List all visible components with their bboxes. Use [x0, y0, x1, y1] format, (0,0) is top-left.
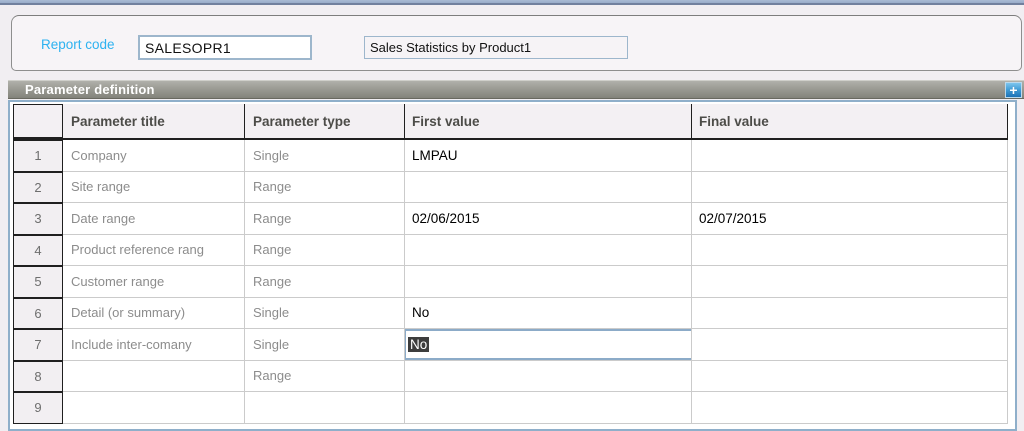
add-row-button[interactable]: +: [1005, 82, 1022, 98]
parameter-type-cell[interactable]: Range: [245, 172, 405, 204]
parameter-table: Parameter title Parameter type First val…: [8, 100, 1017, 431]
table-row: 8 Range: [13, 361, 1008, 393]
report-identification-panel: Report code SALESOPR1 Sales Statistics b…: [11, 15, 1022, 71]
final-value-cell[interactable]: [692, 235, 1008, 267]
parameter-title-cell[interactable]: [63, 361, 245, 393]
row-number-cell[interactable]: 8: [13, 361, 63, 393]
parameter-type-cell[interactable]: Range: [245, 235, 405, 267]
first-value-cell[interactable]: [405, 172, 692, 204]
final-value-cell[interactable]: [692, 140, 1008, 172]
first-value-cell[interactable]: No: [405, 329, 692, 361]
parameter-definition-section-bar: Parameter definition +: [8, 80, 1024, 99]
first-value-cell[interactable]: [405, 235, 692, 267]
report-description-field[interactable]: Sales Statistics by Product1: [364, 36, 628, 59]
parameter-title-cell[interactable]: [63, 392, 245, 424]
table-row: 9: [13, 392, 1008, 424]
report-code-input[interactable]: SALESOPR1: [138, 35, 312, 60]
header-first-value: First value: [405, 104, 692, 138]
table-row: 2 Site range Range: [13, 172, 1008, 204]
final-value-cell[interactable]: [692, 266, 1008, 298]
table-row: 5 Customer range Range: [13, 266, 1008, 298]
table-row: 4 Product reference rang Range: [13, 235, 1008, 267]
parameter-type-cell[interactable]: Single: [245, 329, 405, 361]
first-value-cell[interactable]: [405, 361, 692, 393]
row-number-cell[interactable]: 7: [13, 329, 63, 361]
section-title: Parameter definition: [25, 81, 155, 98]
table-row: 3 Date range Range 02/06/2015 02/07/2015: [13, 203, 1008, 235]
active-cell-editor[interactable]: No: [405, 329, 692, 360]
parameter-title-cell[interactable]: Include inter-comany: [63, 329, 245, 361]
first-value-cell[interactable]: 02/06/2015: [405, 203, 692, 235]
parameter-type-cell[interactable]: Range: [245, 203, 405, 235]
plus-icon: +: [1009, 83, 1017, 97]
parameter-grid: Parameter title Parameter type First val…: [13, 104, 1008, 424]
table-row: 1 Company Single LMPAU: [13, 140, 1008, 172]
final-value-cell[interactable]: [692, 298, 1008, 330]
header-final-value: Final value: [692, 104, 1008, 138]
parameter-type-cell[interactable]: Single: [245, 140, 405, 172]
first-value-cell[interactable]: No: [405, 298, 692, 330]
final-value-cell[interactable]: 02/07/2015: [692, 203, 1008, 235]
parameter-title-cell[interactable]: Customer range: [63, 266, 245, 298]
header-row-number: [13, 104, 63, 138]
window-top-strip: [0, 0, 1024, 5]
parameter-type-cell[interactable]: Range: [245, 361, 405, 393]
table-row: 7 Include inter-comany Single No: [13, 329, 1008, 361]
parameter-title-cell[interactable]: Date range: [63, 203, 245, 235]
selected-cell-text: No: [408, 337, 429, 352]
parameter-title-cell[interactable]: Product reference rang: [63, 235, 245, 267]
header-parameter-title: Parameter title: [63, 104, 245, 138]
final-value-cell[interactable]: [692, 361, 1008, 393]
row-number-cell[interactable]: 2: [13, 172, 63, 204]
table-row: 6 Detail (or summary) Single No: [13, 298, 1008, 330]
parameter-type-cell[interactable]: Range: [245, 266, 405, 298]
parameter-type-cell[interactable]: [245, 392, 405, 424]
final-value-cell[interactable]: [692, 392, 1008, 424]
parameter-title-cell[interactable]: Company: [63, 140, 245, 172]
first-value-cell[interactable]: [405, 266, 692, 298]
header-parameter-type: Parameter type: [245, 104, 405, 138]
first-value-cell[interactable]: [405, 392, 692, 424]
row-number-cell[interactable]: 5: [13, 266, 63, 298]
row-number-cell[interactable]: 1: [13, 140, 63, 172]
first-value-cell[interactable]: LMPAU: [405, 140, 692, 172]
row-number-cell[interactable]: 6: [13, 298, 63, 330]
row-number-cell[interactable]: 3: [13, 203, 63, 235]
final-value-cell[interactable]: [692, 329, 1008, 361]
report-code-label: Report code: [41, 16, 115, 72]
parameter-title-cell[interactable]: Detail (or summary): [63, 298, 245, 330]
final-value-cell[interactable]: [692, 172, 1008, 204]
table-header-row: Parameter title Parameter type First val…: [13, 104, 1008, 140]
parameter-title-cell[interactable]: Site range: [63, 172, 245, 204]
row-number-cell[interactable]: 9: [13, 392, 63, 424]
parameter-type-cell[interactable]: Single: [245, 298, 405, 330]
row-number-cell[interactable]: 4: [13, 235, 63, 267]
